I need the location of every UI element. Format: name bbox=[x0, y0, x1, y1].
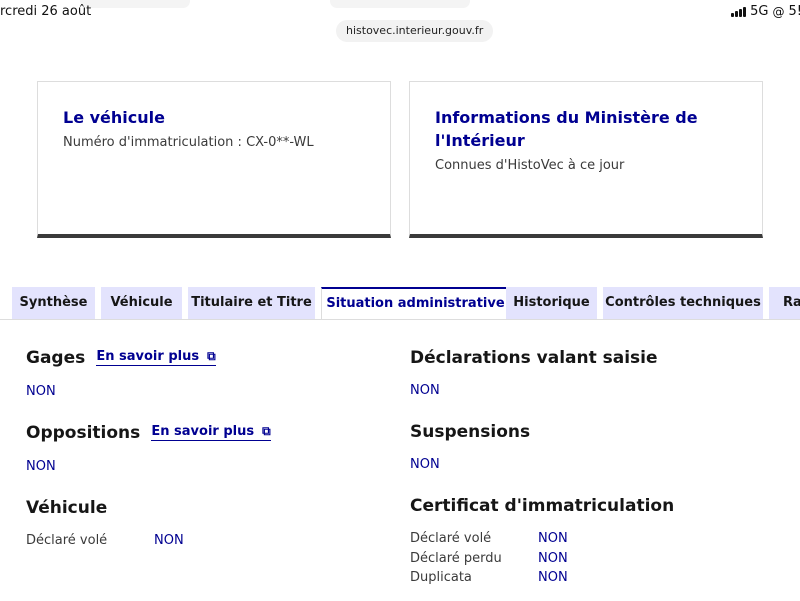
card-title: Informations du Ministère de l'Intérieur bbox=[435, 108, 698, 150]
tab-historique[interactable]: Historique bbox=[506, 287, 597, 319]
location-icon: @ bbox=[772, 4, 785, 19]
section-title: Suspensions bbox=[410, 421, 531, 442]
section-title: Déclarations valant saisie bbox=[410, 347, 658, 368]
external-link-icon: ⧉ bbox=[207, 349, 216, 363]
suspensions-section: Suspensions bbox=[410, 421, 530, 442]
card-title: Le véhicule bbox=[63, 108, 165, 127]
saisie-section: Déclarations valant saisie bbox=[410, 347, 658, 368]
tab-rapport[interactable]: Rap bbox=[769, 287, 800, 319]
vehicule-stolen-label: Déclaré volé bbox=[26, 533, 108, 548]
tab-titulaire-et-titre[interactable]: Titulaire et Titre bbox=[188, 287, 315, 319]
section-title: Oppositions bbox=[26, 422, 141, 443]
tab-controles-techniques[interactable]: Contrôles techniques bbox=[603, 287, 763, 319]
certificat-section: Certificat d'immatriculation bbox=[410, 495, 674, 516]
section-title: Véhicule bbox=[26, 497, 108, 518]
faded-page-element bbox=[80, 0, 190, 8]
certificat-stolen-value: NON bbox=[538, 531, 568, 546]
section-title: Gages bbox=[26, 347, 86, 368]
link-label: En savoir plus bbox=[151, 424, 255, 439]
link-label: En savoir plus bbox=[96, 349, 200, 364]
gages-value: NON bbox=[26, 384, 56, 399]
card-text: Connues d'HistoVec à ce jour bbox=[435, 158, 625, 173]
vehicule-stolen-value: NON bbox=[154, 533, 184, 548]
vehicle-card: Le véhicule Numéro d'immatriculation : C… bbox=[37, 81, 391, 238]
certificat-duplicata-value: NON bbox=[538, 570, 568, 585]
certificat-lost-value: NON bbox=[538, 551, 568, 566]
signal-icon bbox=[731, 6, 747, 17]
faded-page-element bbox=[330, 0, 470, 8]
tab-synthese[interactable]: Synthèse bbox=[12, 287, 95, 319]
vehicule-section: Véhicule bbox=[26, 497, 107, 518]
gages-learn-more-link[interactable]: En savoir plus ⧉ bbox=[96, 349, 216, 366]
tab-vehicule[interactable]: Véhicule bbox=[101, 287, 182, 319]
suspensions-value: NON bbox=[410, 457, 440, 472]
section-title: Certificat d'immatriculation bbox=[410, 495, 675, 516]
status-indicators: 5G @ 5! bbox=[731, 4, 800, 19]
external-link-icon: ⧉ bbox=[262, 424, 271, 438]
oppositions-value: NON bbox=[26, 459, 56, 474]
certificat-lost-label: Déclaré perdu bbox=[410, 551, 502, 566]
oppositions-learn-more-link[interactable]: En savoir plus ⧉ bbox=[151, 424, 271, 441]
battery-level: 5! bbox=[788, 4, 800, 19]
gages-section: Gages En savoir plus ⧉ bbox=[26, 347, 216, 368]
certificat-stolen-label: Déclaré volé bbox=[410, 531, 492, 546]
certificat-duplicata-label: Duplicata bbox=[410, 570, 472, 585]
tab-panel: Gages En savoir plus ⧉ NON Oppositions En… bbox=[0, 319, 800, 601]
tab-bar: Synthèse Véhicule Titulaire et Titre Sit… bbox=[12, 287, 800, 321]
status-time: ercredi 26 août bbox=[0, 4, 92, 19]
network-type: 5G bbox=[750, 4, 769, 19]
saisie-value: NON bbox=[410, 383, 440, 398]
tab-situation-administrative[interactable]: Situation administrative bbox=[321, 287, 510, 321]
card-text: Numéro d'immatriculation : CX-0**-WL bbox=[63, 135, 314, 150]
oppositions-section: Oppositions En savoir plus ⧉ bbox=[26, 422, 271, 443]
address-bar[interactable]: histovec.interieur.gouv.fr bbox=[336, 20, 494, 42]
ministry-info-card: Informations du Ministère de l'Intérieur… bbox=[409, 81, 763, 238]
